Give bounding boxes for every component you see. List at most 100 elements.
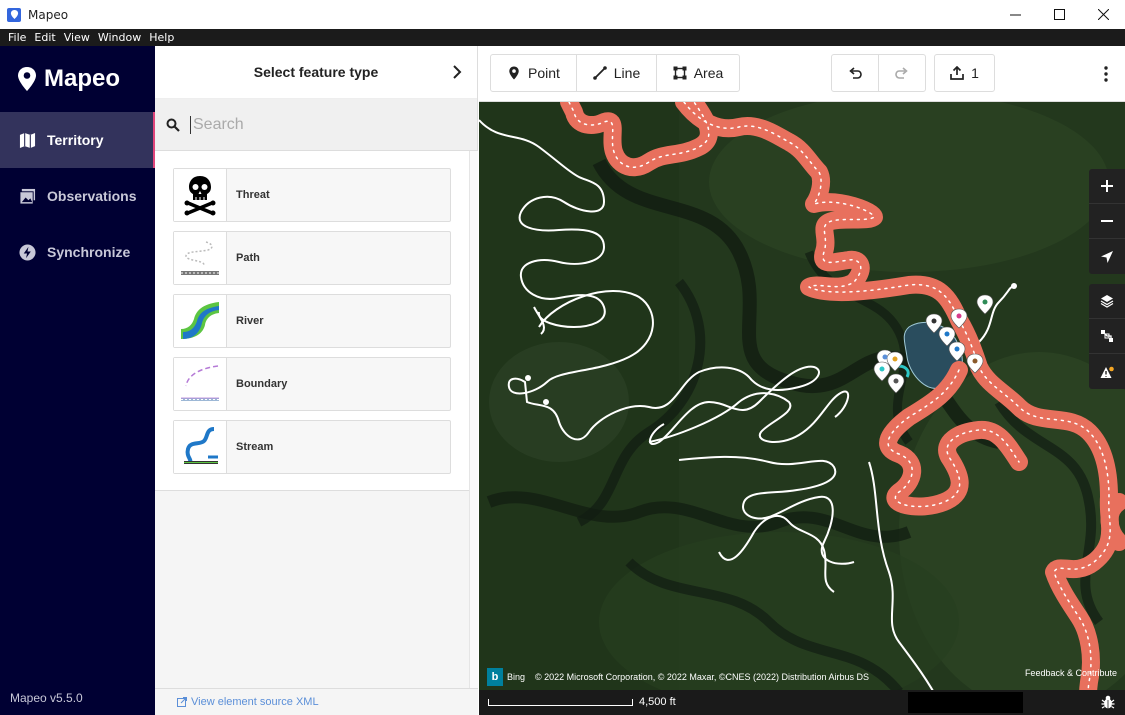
map-pin-icon: [18, 67, 36, 91]
redacted-box: [908, 692, 1023, 713]
panel-header: Select feature type: [155, 46, 477, 99]
boundary-icon: [174, 358, 227, 410]
skull-crossbones-icon: [174, 169, 227, 221]
feature-label: Stream: [236, 441, 274, 453]
map-view[interactable]: b Bing © 2022 Microsoft Corporation, © 2…: [479, 102, 1125, 715]
menu-help[interactable]: Help: [145, 31, 178, 44]
shape-edit-icon: [1101, 330, 1113, 342]
sidebar-item-synchronize[interactable]: Synchronize: [0, 224, 155, 280]
menu-file[interactable]: File: [4, 31, 30, 44]
river-icon: [174, 295, 227, 347]
feature-label: Path: [236, 252, 260, 264]
feature-label: Threat: [236, 189, 270, 201]
feature-type-panel: Select feature type Threat: [155, 46, 478, 715]
menu-bar: File Edit View Window Help: [0, 29, 1125, 46]
more-vertical-icon[interactable]: [1103, 66, 1109, 82]
external-link-icon: [177, 697, 187, 707]
sidebar: Mapeo Territory Observations Synchronize…: [0, 46, 155, 715]
minimize-button[interactable]: [993, 0, 1037, 29]
redo-icon: [895, 67, 908, 79]
minus-icon: [1101, 220, 1113, 222]
panel-footer: View element source XML: [155, 688, 478, 715]
feature-boundary[interactable]: Boundary: [173, 357, 451, 411]
plus-icon: [1101, 180, 1113, 192]
brand: Mapeo: [0, 46, 155, 112]
maximize-button[interactable]: [1037, 0, 1081, 29]
app-icon: [7, 7, 21, 22]
scale-label: 4,500 ft: [639, 696, 676, 708]
point-label: Point: [528, 65, 560, 81]
path-icon: [174, 232, 227, 284]
feedback-link[interactable]: Feedback & Contribute: [1025, 668, 1117, 678]
photo-icon: [18, 187, 36, 205]
chevron-right-icon[interactable]: [449, 63, 465, 81]
feature-stream[interactable]: Stream: [173, 420, 451, 474]
stream-icon: [174, 421, 227, 473]
locate-button[interactable]: [1089, 239, 1125, 274]
attribution-brand: Bing: [507, 672, 526, 682]
scrollbar[interactable]: [469, 151, 478, 715]
lightning-icon: [18, 243, 36, 261]
search-icon: [166, 118, 180, 132]
zoom-out-button[interactable]: [1089, 204, 1125, 239]
upload-button[interactable]: 1: [935, 55, 994, 91]
brand-name: Mapeo: [44, 65, 121, 92]
layer-controls: [1089, 284, 1125, 389]
line-label: Line: [613, 65, 641, 81]
layers-button[interactable]: [1089, 284, 1125, 319]
redo-button[interactable]: [879, 55, 925, 91]
point-button[interactable]: Point: [491, 55, 577, 91]
upload-tools: 1: [934, 54, 995, 92]
panel-title: Select feature type: [253, 64, 379, 80]
shape-edit-button[interactable]: [1089, 319, 1125, 354]
sidebar-item-observations[interactable]: Observations: [0, 168, 155, 224]
window-title: Mapeo: [28, 7, 69, 22]
feature-list: Threat Path River Boundary Stream: [155, 151, 469, 491]
draw-tools: Point Line Area: [490, 54, 740, 92]
history-tools: [831, 54, 926, 92]
feature-river[interactable]: River: [173, 294, 451, 348]
view-xml-link[interactable]: View element source XML: [191, 696, 319, 708]
sidebar-item-label: Synchronize: [47, 244, 131, 260]
sidebar-item-label: Observations: [47, 188, 137, 204]
undo-button[interactable]: [832, 55, 879, 91]
sidebar-item-label: Territory: [47, 132, 104, 148]
bing-logo-icon: b: [487, 668, 503, 686]
area-button[interactable]: Area: [657, 55, 739, 91]
feature-threat[interactable]: Threat: [173, 168, 451, 222]
zoom-in-button[interactable]: [1089, 169, 1125, 204]
satellite-imagery: [479, 102, 1125, 715]
search-bar: [155, 99, 477, 151]
warnings-button[interactable]: [1089, 354, 1125, 389]
map-icon: [18, 131, 36, 149]
area-label: Area: [693, 65, 724, 81]
search-input[interactable]: [190, 115, 440, 134]
feature-label: River: [236, 315, 264, 327]
zoom-controls: [1089, 169, 1125, 274]
pin-icon: [509, 66, 519, 80]
close-button[interactable]: [1081, 0, 1125, 29]
menu-edit[interactable]: Edit: [30, 31, 59, 44]
upload-icon: [950, 66, 964, 80]
feature-label: Boundary: [236, 378, 288, 390]
bug-icon[interactable]: [1100, 694, 1116, 710]
map-attribution: b Bing © 2022 Microsoft Corporation, © 2…: [487, 668, 869, 686]
scale-line: [488, 699, 633, 706]
navigation-arrow-icon: [1101, 250, 1113, 263]
app-version: Mapeo v5.5.0: [10, 691, 83, 705]
menu-view[interactable]: View: [60, 31, 94, 44]
line-button[interactable]: Line: [577, 55, 657, 91]
attribution-text: © 2022 Microsoft Corporation, © 2022 Max…: [535, 672, 870, 682]
upload-count: 1: [971, 65, 979, 81]
feature-path[interactable]: Path: [173, 231, 451, 285]
map-toolbar: Point Line Area 1: [479, 46, 1125, 102]
scale-bar: 4,500 ft: [479, 690, 1125, 715]
title-bar: Mapeo: [0, 0, 1125, 29]
undo-icon: [849, 67, 862, 79]
area-icon: [673, 66, 687, 80]
line-icon: [592, 66, 607, 80]
warning-icon: [1100, 366, 1114, 378]
layers-icon: [1100, 295, 1114, 308]
sidebar-item-territory[interactable]: Territory: [0, 112, 155, 168]
menu-window[interactable]: Window: [94, 31, 145, 44]
